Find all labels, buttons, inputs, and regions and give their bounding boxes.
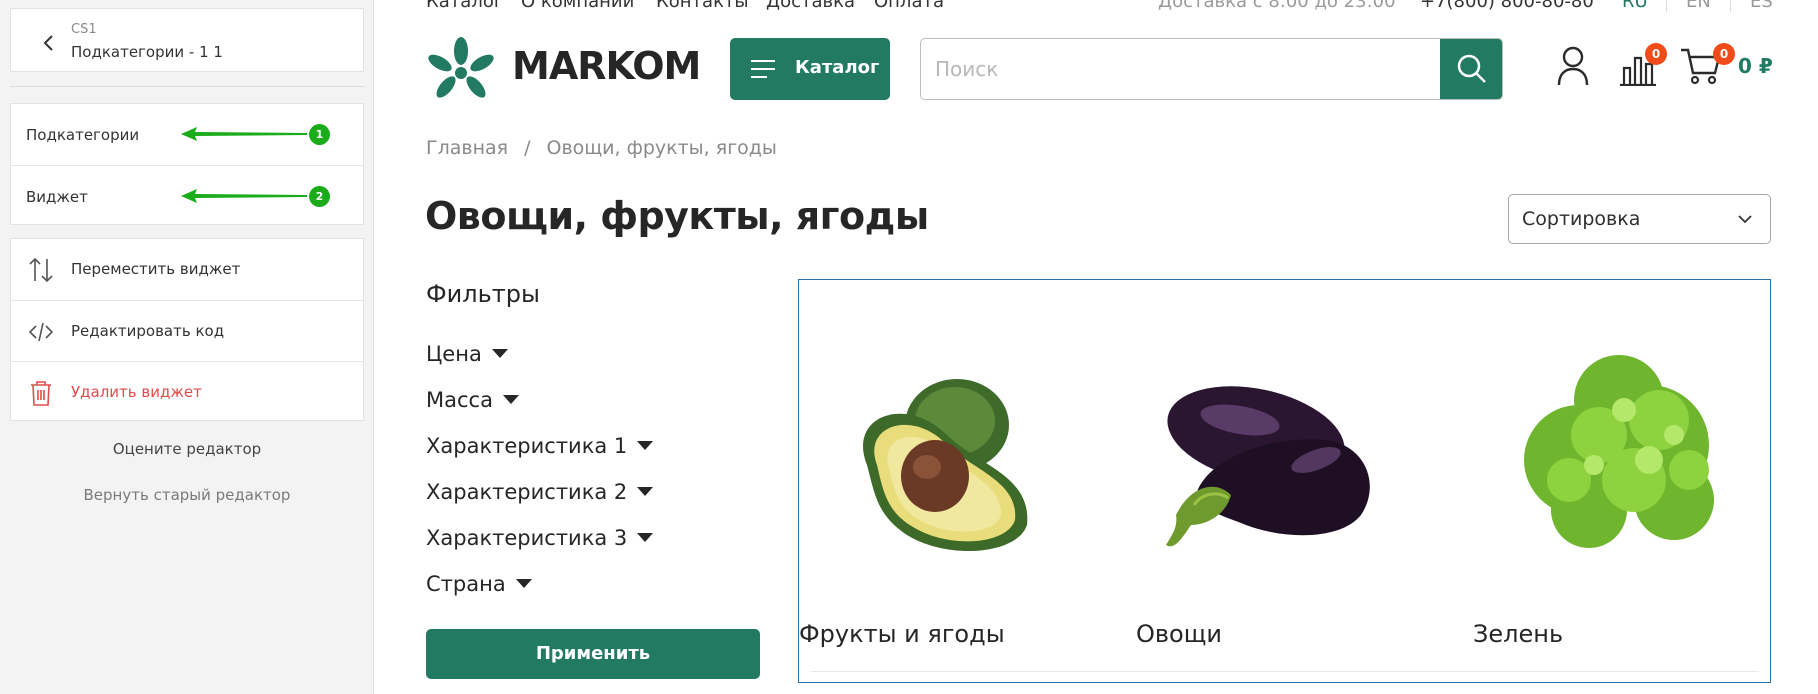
- trash-icon: [31, 381, 51, 406]
- filter-characteristic-2[interactable]: Характеристика 2: [426, 480, 654, 504]
- filter-price[interactable]: Цена: [426, 342, 508, 366]
- page-title: Овощи, фрукты, ягоды: [425, 194, 929, 238]
- search-icon: [1457, 54, 1486, 83]
- compare-count-badge: 0: [1645, 43, 1667, 65]
- subcategories-widget: Фрукты и ягоды Овощи Зелень: [798, 279, 1771, 683]
- step-badge: 1: [309, 124, 330, 145]
- breadcrumb-home[interactable]: Главная: [426, 137, 508, 159]
- top-nav-link[interactable]: Оплата: [874, 0, 944, 12]
- lettuce-image: [1524, 355, 1714, 548]
- subcategory-name: Овощи: [1136, 620, 1222, 648]
- action-label: Редактировать код: [71, 322, 225, 340]
- triangle-down-icon: [502, 394, 519, 404]
- divider: [811, 671, 1759, 672]
- lang-es[interactable]: ES: [1750, 0, 1773, 12]
- lang-ru[interactable]: RU: [1622, 0, 1648, 12]
- breadcrumb-current: Овощи, фрукты, ягоды: [546, 137, 777, 159]
- green-arrow-icon: [181, 189, 307, 203]
- delete-widget-button[interactable]: Удалить виджет: [11, 361, 363, 422]
- step-badge: 2: [309, 186, 330, 207]
- code-icon: [28, 322, 54, 342]
- old-editor-link[interactable]: Вернуть старый редактор: [0, 486, 374, 504]
- action-label: Переместить виджет: [71, 260, 241, 278]
- nav-item-label: Виджет: [26, 188, 88, 206]
- cart-count-badge: 0: [1713, 43, 1735, 65]
- search-button[interactable]: [1440, 39, 1502, 99]
- filter-label: Цена: [426, 342, 482, 366]
- chevron-down-icon: [1738, 215, 1752, 224]
- menu-icon: [751, 60, 775, 78]
- move-arrows-icon: [29, 257, 53, 283]
- breadcrumb: Главная / Овощи, фрукты, ягоды: [426, 137, 777, 159]
- filters-title: Фильтры: [426, 280, 540, 308]
- triangle-down-icon: [637, 486, 654, 496]
- subcategory-name: Фрукты и ягоды: [799, 620, 1005, 648]
- filter-label: Характеристика 1: [426, 434, 628, 458]
- divider: [1730, 0, 1731, 12]
- editor-crumb-current: Подкатегории - 1 1: [71, 43, 223, 61]
- green-arrow-icon: [181, 127, 307, 141]
- filter-characteristic-3[interactable]: Характеристика 3: [426, 526, 654, 550]
- divider: [1666, 0, 1667, 12]
- avocado-image: [863, 379, 1028, 552]
- top-nav-link[interactable]: О компании: [521, 0, 634, 12]
- triangle-down-icon: [515, 578, 532, 588]
- nav-item-label: Подкатегории: [26, 126, 140, 144]
- triangle-down-icon: [637, 532, 654, 542]
- sort-select-label: Сортировка: [1522, 208, 1641, 230]
- logo-icon[interactable]: [426, 37, 496, 103]
- nav-item-widget[interactable]: Виджет 2: [11, 165, 363, 226]
- catalog-button[interactable]: Каталог: [730, 38, 890, 100]
- lang-en[interactable]: EN: [1686, 0, 1711, 12]
- filter-label: Характеристика 2: [426, 480, 628, 504]
- apply-filters-button[interactable]: Применить: [426, 629, 760, 679]
- sort-select[interactable]: Сортировка: [1508, 194, 1771, 244]
- breadcrumb-separator: /: [524, 137, 531, 159]
- top-nav-link[interactable]: Контакты: [656, 0, 749, 12]
- delivery-hours: Доставка с 8:00 до 23:00: [1158, 0, 1396, 12]
- phone-link[interactable]: +7(800) 800-80-80: [1420, 0, 1594, 12]
- eggplant-image: [1166, 386, 1370, 547]
- filter-characteristic-1[interactable]: Характеристика 1: [426, 434, 654, 458]
- move-widget-button[interactable]: Переместить виджет: [11, 239, 363, 300]
- filter-label: Страна: [426, 572, 506, 596]
- editor-actions: Переместить виджет Редактировать код Уда…: [10, 238, 364, 421]
- catalog-button-label: Каталог: [795, 57, 880, 78]
- filter-country[interactable]: Страна: [426, 572, 532, 596]
- filter-label: Масса: [426, 388, 493, 412]
- top-nav-link[interactable]: Доставка: [766, 0, 855, 12]
- subcategory-name: Зелень: [1473, 620, 1564, 648]
- editor-panel: CS1 Подкатегории - 1 1 Подкатегории 1 Ви…: [0, 0, 374, 694]
- search-bar: [920, 38, 1503, 100]
- nav-item-subcategories[interactable]: Подкатегории 1: [11, 104, 363, 165]
- cart-total[interactable]: 0 ₽: [1738, 54, 1773, 78]
- triangle-down-icon: [491, 348, 508, 358]
- action-label: Удалить виджет: [71, 383, 202, 401]
- rate-editor-link[interactable]: Оцените редактор: [0, 440, 374, 458]
- editor-crumb-parent: CS1: [71, 22, 97, 37]
- logo-text[interactable]: MARKOM: [512, 44, 701, 88]
- editor-nav: Подкатегории 1 Виджет 2: [10, 103, 364, 225]
- triangle-down-icon: [637, 440, 654, 450]
- filter-mass[interactable]: Масса: [426, 388, 519, 412]
- edit-code-button[interactable]: Редактировать код: [11, 300, 363, 361]
- chevron-left-icon[interactable]: [41, 35, 57, 51]
- search-input[interactable]: [921, 39, 1441, 99]
- user-icon[interactable]: [1556, 46, 1590, 86]
- top-nav-link[interactable]: Каталог: [426, 0, 503, 12]
- filter-label: Характеристика 3: [426, 526, 628, 550]
- editor-breadcrumb: CS1 Подкатегории - 1 1: [10, 8, 364, 72]
- divider: [10, 86, 364, 87]
